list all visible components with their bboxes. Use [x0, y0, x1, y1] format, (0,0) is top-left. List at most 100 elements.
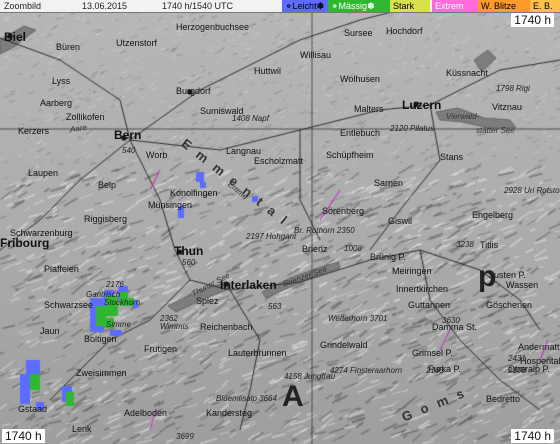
place-label: Luzern	[402, 98, 442, 112]
place-label: Engelberg	[472, 210, 514, 220]
place-label: Zollikofen	[66, 112, 105, 122]
place-label: Wolhusen	[340, 74, 380, 84]
time-text: 1740 h/1540 UTC	[162, 1, 234, 11]
peak-height: 3699	[176, 432, 194, 441]
place-label: Huttwil	[254, 66, 282, 76]
time-stamp-bottom-left: 1740 h	[2, 429, 45, 443]
peak-height: 2197 Hohgant	[246, 232, 297, 241]
place-label: Aarberg	[40, 98, 73, 108]
place-label: Sarnen	[374, 178, 404, 188]
place-label: Escholzmatt	[254, 156, 304, 166]
place-label: Schüpfheim	[326, 150, 374, 160]
legend-bar: Zoombild 13.06.2015 1740 h/1540 UTC ⚬Lei…	[0, 0, 560, 13]
lake-label: stätter See	[476, 126, 515, 135]
spot-height: 560	[182, 258, 196, 267]
place-label: Titlis	[480, 240, 499, 250]
peak-height: Wetterhorn 3701	[328, 314, 388, 323]
place-label: Willisau	[300, 50, 332, 60]
place-label: Hochdorf	[386, 26, 423, 36]
time-stamp-top-right: 1740 h	[511, 13, 554, 27]
place-label: Grindelwald	[320, 340, 368, 350]
place-label: Thun	[174, 244, 204, 258]
region-label: p	[478, 260, 501, 293]
snowflake-icon: ❄	[367, 1, 375, 11]
place-label: Sursee	[344, 28, 373, 38]
place-label: Frutigen	[144, 344, 178, 354]
place-label: Brienz	[302, 244, 328, 254]
place-label: Malters	[354, 104, 384, 114]
place-label: Meiringen	[392, 266, 432, 276]
peak-height: 2176	[106, 280, 124, 289]
place-label: Schwarzsee	[44, 300, 94, 310]
place-label: Küssnacht	[446, 68, 489, 78]
place-label: Andermatt	[518, 342, 560, 352]
spot-height: 2108	[508, 366, 526, 375]
place-label: Plaffeien	[44, 264, 79, 274]
place-label: Kerzers	[18, 126, 50, 136]
place-label: Utzenstorf	[116, 38, 158, 48]
spot-height: 1008	[344, 244, 362, 253]
date-text: 13.06.2015	[82, 1, 128, 11]
legend-lightning-w: W. Blitze	[478, 0, 532, 12]
place-label: Büren	[56, 42, 81, 52]
peak-height: 3238	[456, 240, 474, 249]
place-label: Münsingen	[148, 200, 193, 210]
place-label: Worb	[146, 150, 168, 160]
place-label: Konolfingen	[170, 188, 218, 198]
peak-height: 1408 Napf	[232, 114, 269, 123]
place-label: Bedretto	[486, 394, 521, 404]
place-label: Giswil	[388, 216, 412, 226]
place-label: Brünig P.	[370, 252, 406, 262]
spot-height: 2165	[426, 366, 444, 375]
place-label: Boltigen	[84, 334, 117, 344]
place-label: Zweisimmen	[76, 368, 127, 378]
place-label: Sörenberg	[322, 206, 365, 216]
place-label: Stans	[440, 152, 464, 162]
legend-extreme: Extrem	[432, 0, 478, 12]
legend-lightning-e: E. B.	[530, 0, 560, 12]
peak-height: 2362	[160, 314, 178, 323]
raindrop-icon: ⚬	[331, 1, 339, 11]
peak-height: Blüemlisalp 3664	[216, 394, 277, 403]
place-label: Interlaken	[220, 278, 277, 292]
place-label: Grimsel P.	[412, 348, 453, 358]
place-label: Burgdorf	[176, 86, 211, 96]
place-label: Kandersteg	[206, 408, 253, 418]
place-label: Wassen	[506, 280, 539, 290]
peak-height: 3630	[442, 316, 460, 325]
snowflake-icon: ❄	[316, 1, 325, 11]
peak-height: 1798 Rigi	[496, 84, 530, 93]
legend-moderate: ⚬Mässig❄	[328, 0, 390, 12]
view-title: Zoombild	[4, 1, 42, 11]
place-label: Lauterbrunnen	[228, 348, 287, 358]
place-label: Langnau	[226, 146, 262, 156]
place-label: Biel	[4, 30, 27, 44]
peak-height: Br. Rothorn 2350	[294, 226, 355, 235]
place-label: Reichenbach	[200, 322, 253, 332]
place-label: Riggisberg	[84, 214, 128, 224]
place-label: Guttannen	[408, 300, 451, 310]
peak-height: 2928 Uri Rotstock	[504, 186, 560, 195]
place-label: Spiez	[196, 296, 219, 306]
legend-light: ⚬Leicht❄	[282, 0, 330, 12]
place-label: Innertkirchen	[396, 284, 449, 294]
peak-height: 4274 Finsteraarhorn	[330, 366, 403, 375]
spot-height: 2431	[508, 354, 526, 363]
place-label: Belp	[98, 180, 117, 190]
place-label: Simme	[106, 320, 131, 329]
radar-zoom-view: Zoombild 13.06.2015 1740 h/1540 UTC ⚬Lei…	[0, 0, 560, 444]
place-label: Laupen	[28, 168, 59, 178]
place-label: Göschenen	[486, 300, 533, 310]
place-label: Entlebuch	[340, 128, 381, 138]
place-label: Lyss	[52, 76, 71, 86]
spot-height: 563	[268, 302, 282, 311]
legend-strong: Stark	[390, 0, 430, 12]
place-label: Vitznau	[492, 102, 522, 112]
region-label: A	[282, 380, 308, 413]
spot-height: 540	[122, 146, 136, 155]
place-label: Stockhorn	[104, 298, 141, 307]
place-label: Lenk	[72, 424, 92, 434]
raindrop-icon: ⚬	[285, 1, 293, 11]
place-label: Gstaad	[18, 404, 48, 414]
place-label: Bern	[114, 128, 142, 142]
